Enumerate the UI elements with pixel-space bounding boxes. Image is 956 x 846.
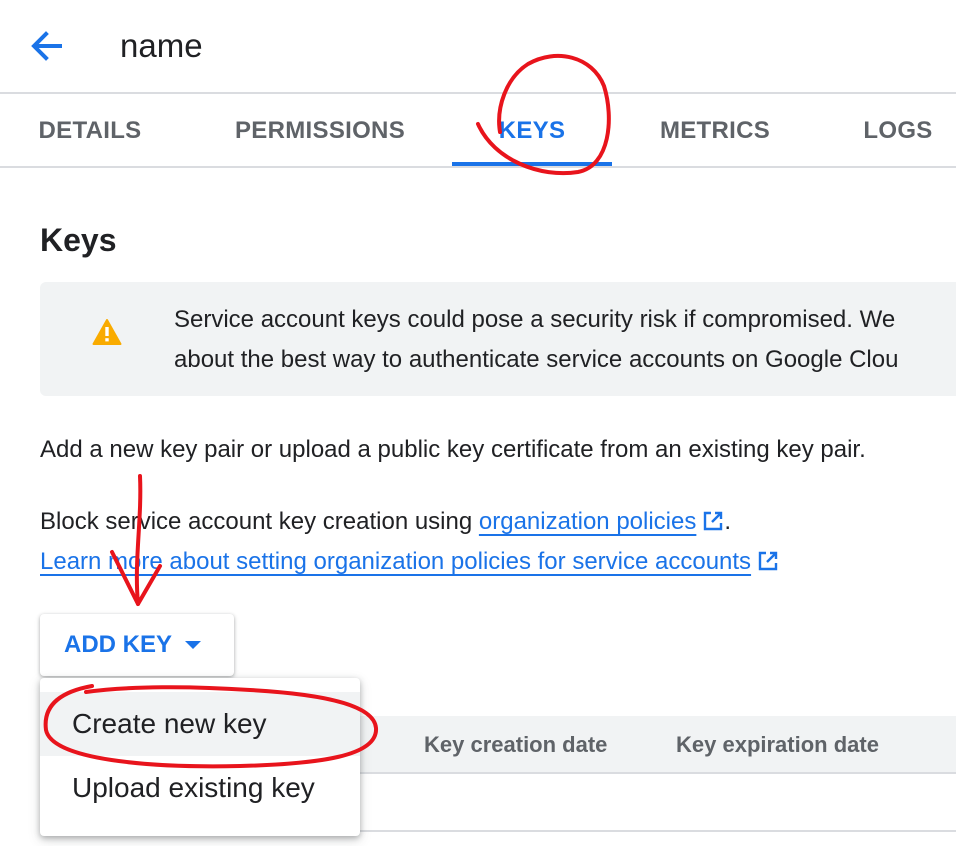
block-policy-suffix: .	[724, 508, 732, 535]
arrow-left-icon	[31, 31, 62, 61]
add-key-label: ADD KEY	[64, 631, 173, 658]
add-key-menu: Create new key Upload existing key	[40, 678, 360, 836]
page-title: name	[120, 27, 203, 64]
learn-more-label: Learn more about setting organization po…	[40, 548, 752, 575]
tab-bar: DETAILS PERMISSIONS KEYS METRICS LOGS	[0, 94, 956, 168]
warning-icon	[92, 319, 122, 345]
warning-line-2: about the best way to authenticate servi…	[174, 346, 899, 373]
block-policy-prefix: Block service account key creation using	[40, 508, 479, 535]
tab-permissions[interactable]: PERMISSIONS	[234, 94, 406, 168]
organization-policies-label: organization policies	[478, 508, 697, 535]
add-key-button[interactable]: ADD KEY	[40, 614, 234, 676]
tab-keys[interactable]: KEYS	[452, 94, 612, 168]
tab-logs[interactable]: LOGS	[862, 94, 934, 168]
caret-down-icon	[185, 641, 201, 649]
warning-text: Service account keys could pose a securi…	[174, 300, 956, 380]
menu-item-upload-existing-key[interactable]: Upload existing key	[40, 756, 360, 820]
learn-more-link[interactable]: Learn more about setting organization po…	[40, 548, 779, 575]
active-tab-indicator	[452, 162, 612, 166]
back-button[interactable]	[26, 26, 70, 66]
external-link-icon	[758, 551, 778, 571]
intro-text: Add a new key pair or upload a public ke…	[40, 436, 866, 463]
tab-metrics[interactable]: METRICS	[658, 94, 772, 168]
menu-item-create-new-key[interactable]: Create new key	[40, 692, 360, 756]
column-key-expiration-date[interactable]: Key expiration date	[676, 716, 879, 774]
block-policy-text: Block service account key creation using…	[40, 502, 731, 542]
learn-more-row: Learn more about setting organization po…	[40, 542, 779, 582]
warning-banner: Service account keys could pose a securi…	[40, 282, 956, 396]
page-header: name	[0, 0, 956, 94]
organization-policies-link[interactable]: organization policies	[479, 508, 724, 535]
tab-details[interactable]: DETAILS	[38, 94, 142, 168]
warning-line-1: Service account keys could pose a securi…	[174, 306, 896, 333]
external-link-icon	[704, 511, 723, 531]
section-title: Keys	[40, 222, 117, 258]
column-key-creation-date[interactable]: Key creation date	[424, 716, 607, 774]
